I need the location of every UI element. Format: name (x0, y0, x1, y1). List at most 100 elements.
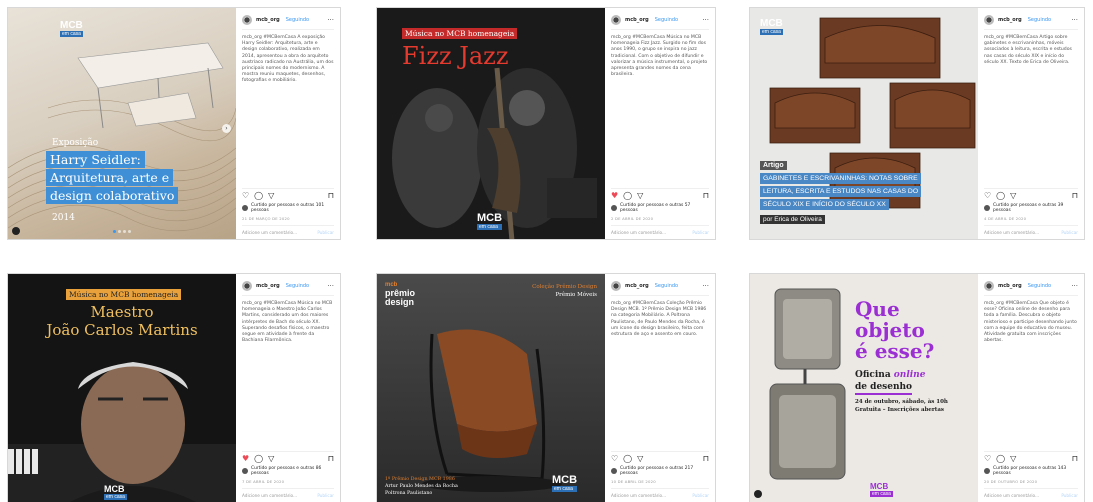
que-objeto-line-3: é esse? (855, 339, 935, 363)
comment-input[interactable]: Adicione um comentário... (611, 493, 666, 498)
more-options-icon[interactable]: ··· (702, 282, 709, 290)
username[interactable]: mcb_org (256, 283, 280, 289)
carousel-dots (113, 230, 131, 233)
profile-avatar[interactable] (984, 280, 994, 291)
maestro-title-line-1: Maestro (90, 303, 154, 321)
share-icon[interactable]: ▽ (1010, 191, 1016, 200)
post-premio-design[interactable]: mcb prêmio design Coleção Prêmio Design … (376, 273, 716, 502)
post-gabinetes-escrivaninhas[interactable]: MCB em casa Artigo GABINETES E ESCRIVANIN… (749, 7, 1085, 240)
post-image[interactable]: Música no MCB homenageia Maestro João Ca… (8, 274, 236, 502)
comment-icon[interactable]: ◯ (254, 191, 263, 200)
exhibition-title-line-1: Harry Seidler: (46, 151, 145, 168)
following-label[interactable]: Seguindo (655, 283, 678, 289)
liked-by[interactable]: Curtido por pessoas e outras 39 pessoas (993, 203, 1078, 213)
bookmark-icon[interactable]: ⊓ (1072, 191, 1078, 200)
username[interactable]: mcb_org (998, 283, 1022, 289)
comment-input[interactable]: Adicione um comentário... (611, 230, 666, 235)
post-que-objeto-e-esse[interactable]: Que objeto é esse? Oficina online de des… (749, 273, 1085, 502)
username[interactable]: mcb_org (998, 17, 1022, 23)
share-icon[interactable]: ▽ (268, 454, 274, 463)
workshop-title-line-2: de desenho (855, 382, 913, 395)
post-fizz-jazz[interactable]: Música no MCB homenageia Fizz Jazz MCB em… (376, 7, 716, 240)
post-image[interactable]: Que objeto é esse? Oficina online de des… (750, 274, 978, 502)
comment-icon[interactable]: ◯ (623, 454, 632, 463)
profile-avatar[interactable] (984, 14, 994, 25)
more-options-icon[interactable]: ··· (327, 16, 334, 24)
bookmark-icon[interactable]: ⊓ (328, 191, 334, 200)
post-date: 10 DE ABRIL DE 2020 (611, 479, 656, 484)
que-objeto-line-1: Que (855, 297, 900, 321)
comment-input[interactable]: Adicione um comentário... (242, 230, 297, 235)
publish-button[interactable]: Publicar (317, 493, 334, 498)
following-label[interactable]: Seguindo (655, 17, 678, 23)
following-label[interactable]: Seguindo (1028, 283, 1051, 289)
liked-by[interactable]: Curtido por pessoas e outras 57 pessoas (620, 203, 709, 213)
post-harry-seidler[interactable]: Exposição Harry Seidler: Arquitetura, ar… (7, 7, 341, 240)
liked-by[interactable]: Curtido por pessoas e outras 217 pessoas (620, 466, 709, 476)
comment-icon[interactable]: ◯ (623, 191, 632, 200)
profile-avatar[interactable] (242, 280, 252, 291)
publish-button[interactable]: Publicar (1061, 230, 1078, 235)
more-options-icon[interactable]: ··· (1071, 16, 1078, 24)
heart-icon[interactable]: ♡ (984, 191, 991, 200)
comment-icon[interactable]: ◯ (996, 454, 1005, 463)
heart-icon[interactable]: ♥ (611, 191, 618, 200)
comment-input[interactable]: Adicione um comentário... (984, 230, 1039, 235)
comment-icon[interactable]: ◯ (996, 191, 1005, 200)
post-image[interactable]: Exposição Harry Seidler: Arquitetura, ar… (8, 8, 236, 239)
bookmark-icon[interactable]: ⊓ (703, 454, 709, 463)
collection-sub-label: Prêmio Móveis (555, 292, 597, 298)
exhibition-year: 2014 (52, 213, 75, 223)
exhibition-title-line-2: Arquitetura, arte e (46, 169, 174, 186)
profile-avatar[interactable] (611, 14, 621, 25)
share-icon[interactable]: ▽ (268, 191, 274, 200)
liked-by[interactable]: Curtido por pessoas e outras 86 pessoas (251, 466, 334, 476)
heart-icon[interactable]: ♡ (242, 191, 249, 200)
liker-avatar (984, 204, 990, 211)
post-image[interactable]: Música no MCB homenageia Fizz Jazz MCB em… (377, 8, 605, 239)
heart-icon[interactable]: ♡ (611, 454, 618, 463)
share-icon[interactable]: ▽ (1010, 454, 1016, 463)
article-title-line-2: LEITURA, ESCRITA E ESTUDOS NAS CASAS DO (760, 186, 922, 197)
profile-avatar[interactable] (611, 280, 621, 291)
more-options-icon[interactable]: ··· (327, 282, 334, 290)
liked-by[interactable]: Curtido por pessoas e outras 101 pessoas (251, 203, 334, 213)
username[interactable]: mcb_org (256, 17, 280, 23)
post-joao-carlos-martins[interactable]: Música no MCB homenageia Maestro João Ca… (7, 273, 341, 502)
liked-by[interactable]: Curtido por pessoas e outras 143 pessoas (993, 466, 1078, 476)
bookmark-icon[interactable]: ⊓ (1072, 454, 1078, 463)
post-image[interactable]: mcb prêmio design Coleção Prêmio Design … (377, 274, 605, 502)
heart-icon[interactable]: ♥ (242, 454, 249, 463)
next-arrow-icon[interactable]: › (222, 123, 231, 133)
comment-input[interactable]: Adicione um comentário... (242, 493, 297, 498)
share-icon[interactable]: ▽ (637, 191, 643, 200)
tag-icon[interactable] (12, 227, 20, 235)
following-label[interactable]: Seguindo (286, 17, 309, 23)
profile-avatar[interactable] (242, 14, 252, 25)
post-caption: mcb_org #MCBemCasa Artigo sobre gabinete… (984, 35, 1072, 65)
mcb-logo: MCB em casa (870, 482, 893, 497)
que-objeto-line-2: objeto (855, 318, 925, 342)
following-label[interactable]: Seguindo (286, 283, 309, 289)
tag-icon[interactable] (754, 490, 762, 498)
post-caption: mcb_org #MCBemCasa Coleção Prêmio Design… (611, 301, 707, 338)
post-image[interactable]: MCB em casa Artigo GABINETES E ESCRIVANIN… (750, 8, 978, 239)
publish-button[interactable]: Publicar (692, 493, 709, 498)
comment-icon[interactable]: ◯ (254, 454, 263, 463)
heart-icon[interactable]: ♡ (984, 454, 991, 463)
article-kicker: Artigo (760, 161, 787, 170)
bookmark-icon[interactable]: ⊓ (703, 191, 709, 200)
bookmark-icon[interactable]: ⊓ (328, 454, 334, 463)
comment-input[interactable]: Adicione um comentário... (984, 493, 1039, 498)
username[interactable]: mcb_org (625, 17, 649, 23)
username[interactable]: mcb_org (625, 283, 649, 289)
liker-avatar (242, 467, 248, 474)
share-icon[interactable]: ▽ (637, 454, 643, 463)
post-sidebar: mcb_org Seguindo ··· mcb_org #MCBemCasa Mú… (236, 274, 340, 502)
publish-button[interactable]: Publicar (1061, 493, 1078, 498)
following-label[interactable]: Seguindo (1028, 17, 1051, 23)
publish-button[interactable]: Publicar (692, 230, 709, 235)
more-options-icon[interactable]: ··· (1071, 282, 1078, 290)
publish-button[interactable]: Publicar (317, 230, 334, 235)
more-options-icon[interactable]: ··· (702, 16, 709, 24)
